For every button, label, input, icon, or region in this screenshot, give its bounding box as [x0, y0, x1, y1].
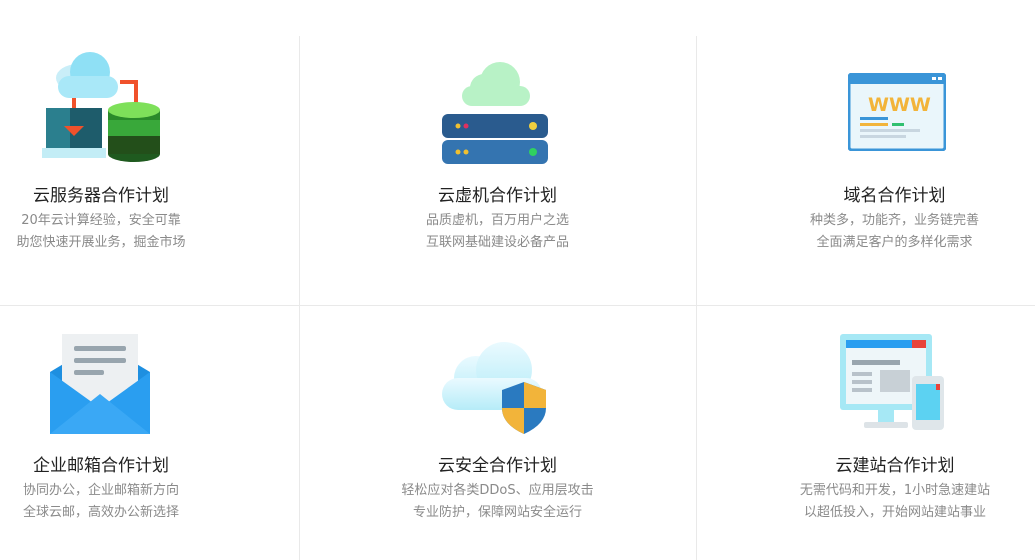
service-description-line: 20年云计算经验，安全可靠	[21, 213, 181, 228]
website-builder-icon	[838, 332, 946, 432]
column-divider	[299, 36, 300, 560]
service-description-line: 全球云邮，高效办公新选择	[22, 505, 179, 520]
service-description-line: 协同办公，企业邮箱新方向	[22, 483, 179, 498]
column-divider	[696, 36, 697, 560]
service-description-line: 以超低投入，开始网站建站事业	[803, 505, 986, 520]
service-card-virtual-host[interactable]: 云虚机合作计划 品质虚机，百万用户之选 互联网基础建设必备产品	[396, 0, 599, 300]
service-title: 云虚机合作计划	[438, 186, 557, 206]
service-title: 企业邮箱合作计划	[33, 456, 169, 476]
service-description-line: 助您快速开展业务，掘金市场	[16, 235, 186, 250]
service-description-line: 品质虚机，百万用户之选	[425, 213, 569, 228]
cloud-server-icon	[40, 50, 164, 162]
service-description-line: 无需代码和开发，1小时急速建站	[799, 483, 991, 498]
cloud-security-shield-icon	[440, 340, 550, 436]
service-title: 云安全合作计划	[438, 456, 557, 476]
service-title: 云服务器合作计划	[33, 186, 169, 206]
virtual-host-icon	[440, 60, 550, 166]
service-card-enterprise-mail[interactable]: 企业邮箱合作计划 协同办公，企业邮箱新方向 全球云邮，高效办公新选择	[0, 300, 202, 560]
service-card-cloud-security[interactable]: 云安全合作计划 轻松应对各类DDoS、应用层攻击 专业防护，保障网站安全运行	[396, 300, 599, 560]
service-description-line: 轻松应对各类DDoS、应用层攻击	[401, 483, 594, 498]
service-description-line: 专业防护，保障网站安全运行	[412, 505, 582, 520]
service-grid: 云服务器合作计划 20年云计算经验，安全可靠 助您快速开展业务，掘金市场 云虚机…	[0, 0, 1035, 560]
domain-www-icon: WWW	[847, 72, 947, 152]
service-title: 云建站合作计划	[835, 456, 955, 476]
mail-envelope-icon	[48, 332, 152, 438]
service-card-cloud-server[interactable]: 云服务器合作计划 20年云计算经验，安全可靠 助您快速开展业务，掘金市场	[0, 0, 202, 300]
service-description-line: 全面满足客户的多样化需求	[816, 235, 973, 250]
service-description-line: 互联网基础建设必备产品	[425, 235, 569, 250]
service-card-domain[interactable]: WWW 域名合作计划 种类多，功能齐，业务链完善 全面满足客户的多样化需求	[792, 0, 997, 300]
service-title: 域名合作计划	[843, 186, 946, 206]
www-label: WWW	[868, 94, 931, 116]
service-description-line: 种类多，功能齐，业务链完善	[809, 213, 979, 228]
service-card-website-builder[interactable]: 云建站合作计划 无需代码和开发，1小时急速建站 以超低投入，开始网站建站事业	[778, 300, 1012, 560]
